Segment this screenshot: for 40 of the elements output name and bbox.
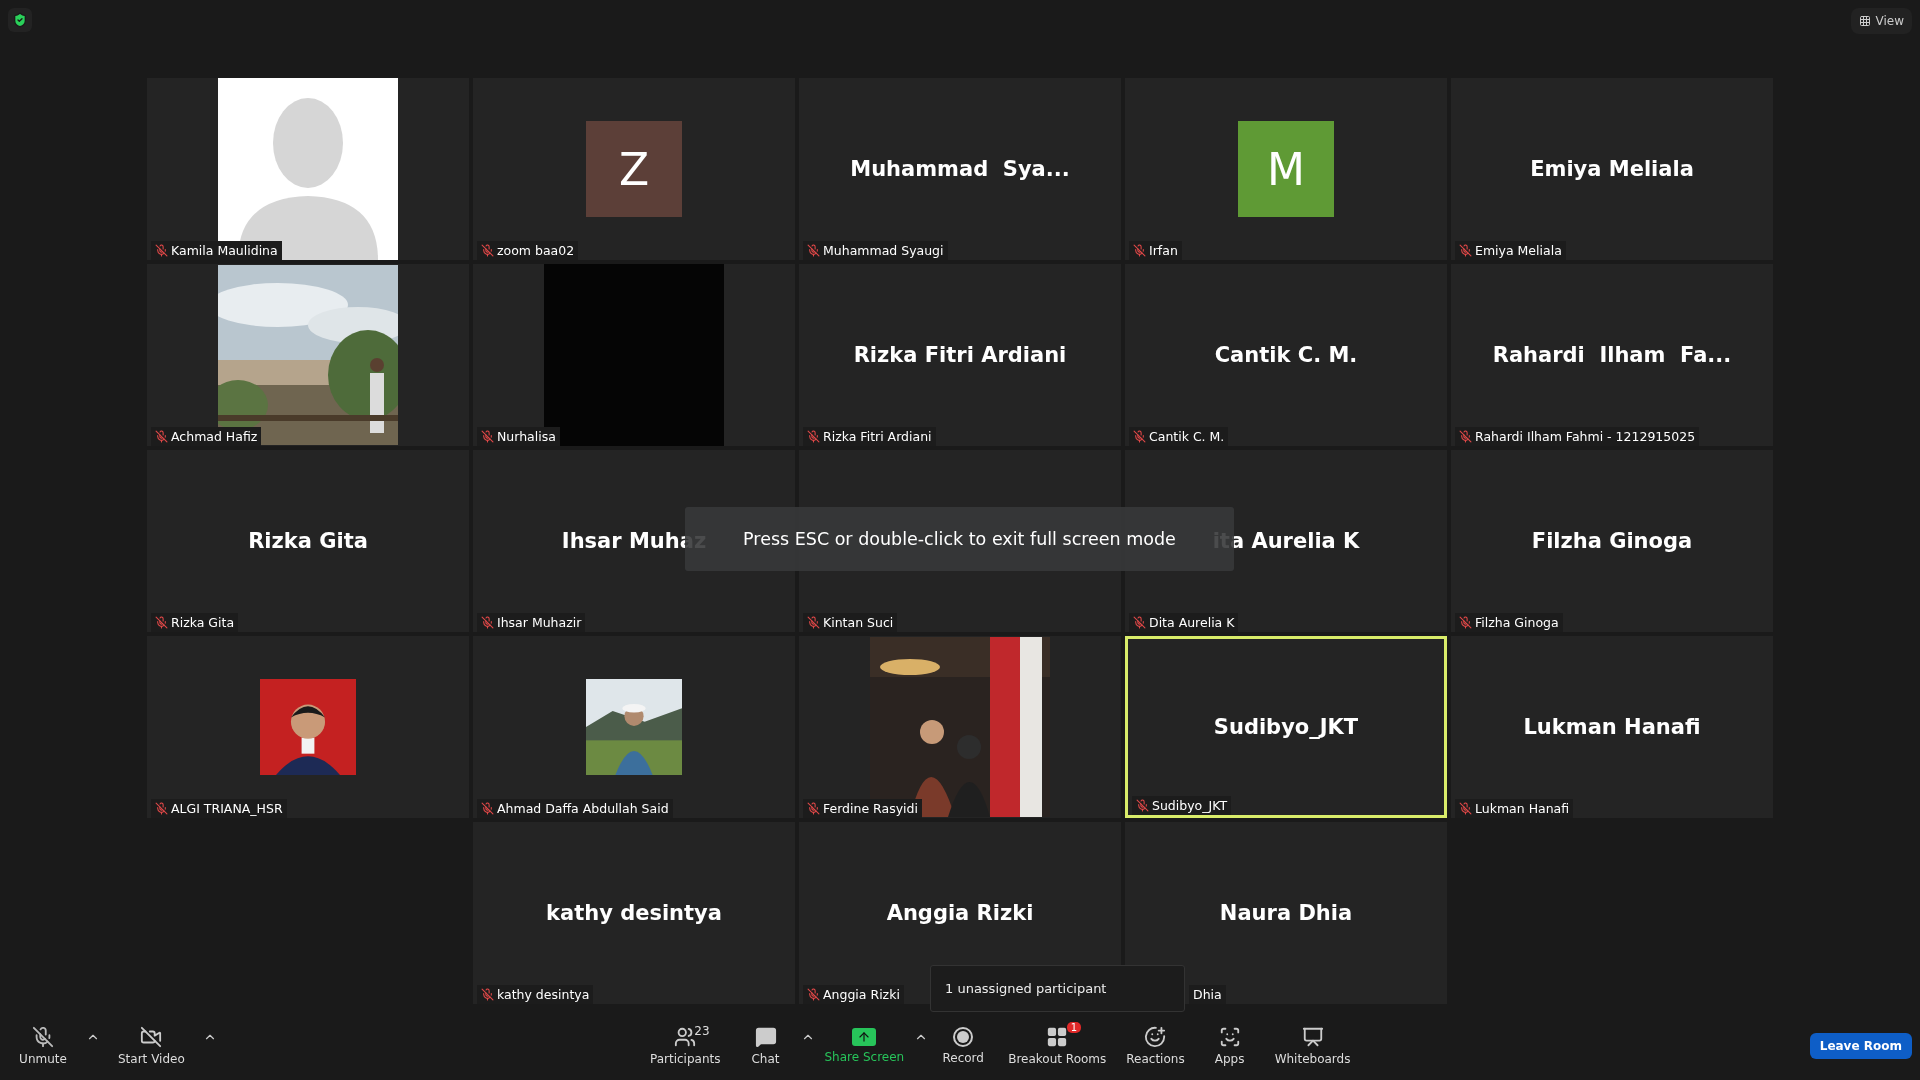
initial-avatar: Z xyxy=(586,121,682,217)
participant-name: Anggia Rizki xyxy=(886,901,1034,925)
name-label-text: Muhammad Syaugi xyxy=(823,243,944,258)
participant-name: Naura Dhia xyxy=(1219,901,1353,925)
name-label-text: Dita Aurelia K xyxy=(1149,615,1235,630)
name-label-text: kathy desintya xyxy=(497,987,590,1002)
participant-name: Rahardi Ilham Fa... xyxy=(1492,343,1732,367)
participant-name: Cantik C. M. xyxy=(1214,343,1358,367)
participant-name: Sudibyo_JKT xyxy=(1213,715,1359,739)
unassigned-tooltip: 1 unassigned participant xyxy=(930,965,1185,1012)
name-label-text: Anggia Rizki xyxy=(823,987,900,1002)
notification-badge: 1 xyxy=(1066,1022,1082,1033)
name-label-text: Ferdine Rasyidi xyxy=(823,801,918,816)
initial-avatar: M xyxy=(1238,121,1334,217)
name-label-text: Dhia xyxy=(1193,987,1222,1002)
name-label-text: Rahardi Ilham Fahmi - 1212915025 xyxy=(1475,429,1696,444)
name-label-text: Kamila Maulidina xyxy=(171,243,278,258)
name-label-text: Ahmad Daffa Abdullah Said xyxy=(497,801,669,816)
participant-name: kathy desintya xyxy=(546,901,722,925)
participant-name: Filzha Ginoga xyxy=(1531,529,1693,553)
name-label-text: Kintan Suci xyxy=(823,615,894,630)
participant-name: Rizka Gita xyxy=(248,529,368,553)
name-label-text: Nurhalisa xyxy=(497,429,556,444)
name-label-text: Achmad Hafiz xyxy=(171,429,258,444)
name-label-text: Cantik C. M. xyxy=(1149,429,1225,444)
name-label-text: ALGI TRIANA_HSR xyxy=(171,801,283,816)
participant-name: Lukman Hanafi xyxy=(1523,715,1701,739)
name-label-text: zoom baa02 xyxy=(497,243,575,258)
name-label-text: Sudibyo_JKT xyxy=(1152,798,1228,813)
name-label-text: Rizka Fitri Ardiani xyxy=(823,429,932,444)
participant-count: 23 xyxy=(694,1024,710,1038)
name-label-text: Emiya Meliala xyxy=(1475,243,1562,258)
name-label-text: Irfan xyxy=(1149,243,1178,258)
participant-name: Muhammad Sya... xyxy=(850,157,1070,181)
name-label-text: Ihsar Muhazir xyxy=(497,615,582,630)
name-label-text: Rizka Gita xyxy=(171,615,235,630)
participant-name: Emiya Meliala xyxy=(1530,157,1694,181)
name-label-text: Lukman Hanafi xyxy=(1475,801,1570,816)
participant-name: Rizka Fitri Ardiani xyxy=(853,343,1067,367)
name-label-text: Filzha Ginoga xyxy=(1475,615,1559,630)
